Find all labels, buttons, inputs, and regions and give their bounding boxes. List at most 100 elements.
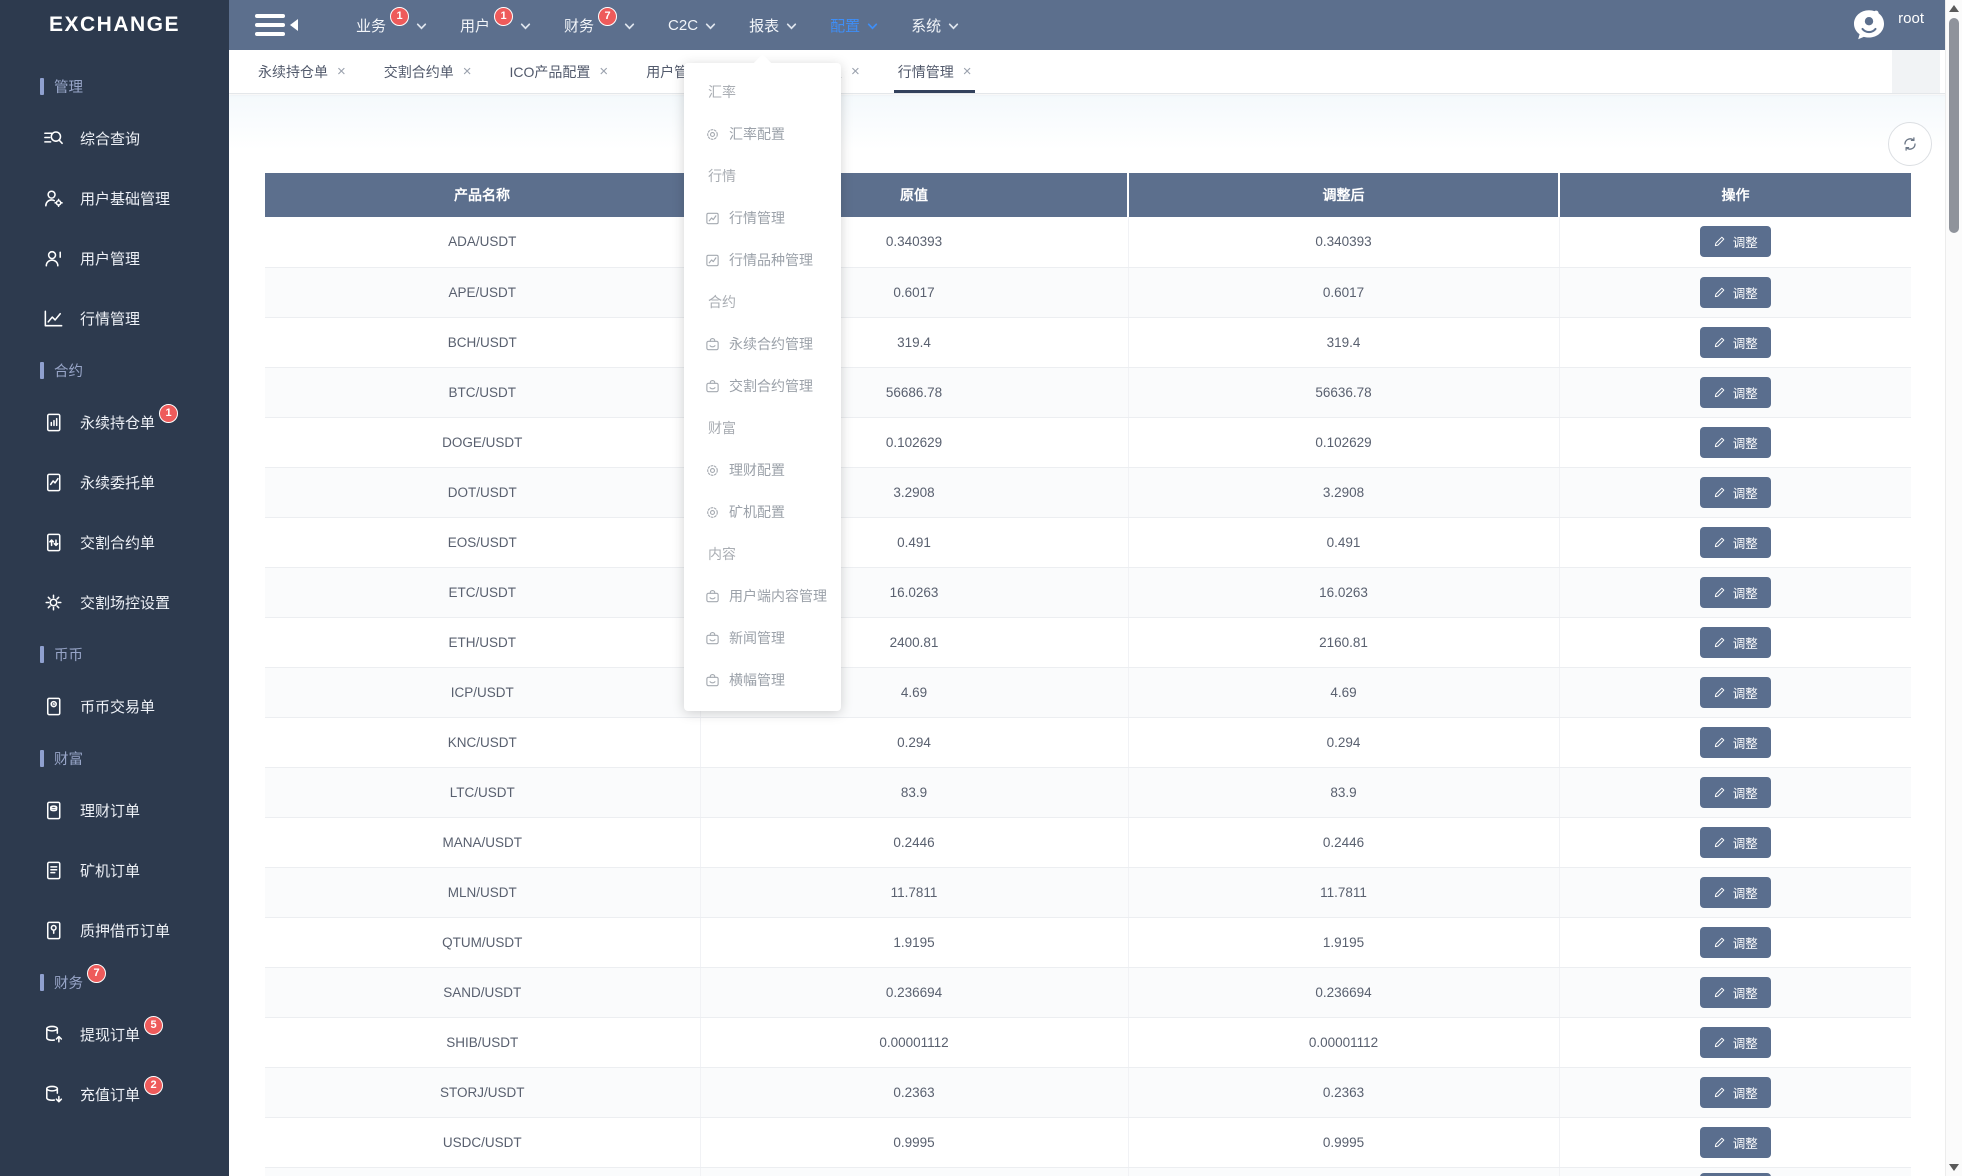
sidebar-item[interactable]: 综合查询 <box>0 108 229 168</box>
adjust-button[interactable]: 调整 <box>1700 226 1771 257</box>
tab[interactable]: 永续持仓单 × <box>239 50 365 93</box>
topnav-item[interactable]: 财务7 <box>548 0 652 50</box>
pencil-icon <box>1713 836 1726 849</box>
doc-trend-icon <box>42 471 65 494</box>
tab[interactable]: 交割合约单× <box>365 50 491 93</box>
scroll-down-arrow-icon[interactable] <box>1949 1164 1959 1171</box>
sidebar-item[interactable]: 交割合约单 <box>0 512 229 572</box>
sidebar-item[interactable]: 交割场控设置 <box>0 572 229 632</box>
adjust-button[interactable]: 调整 <box>1700 827 1771 858</box>
tab-close-icon[interactable]: × <box>337 64 346 79</box>
page-scrollbar[interactable] <box>1945 0 1962 1176</box>
menu-item[interactable]: 理财配置 <box>684 449 841 491</box>
menu-item[interactable]: 用户端内容管理 <box>684 575 841 617</box>
adjust-button-label: 调整 <box>1733 433 1758 452</box>
menu-item[interactable]: 行情管理 <box>684 197 841 239</box>
table-row: ETC/USDT16.026316.0263调整 <box>265 567 1911 617</box>
sidebar-item-label: 行情管理 <box>80 308 140 329</box>
original-value-cell: 0.9995 <box>700 1117 1128 1167</box>
empty-cell <box>700 1167 1128 1176</box>
menu-item-label: 交割合约管理 <box>729 376 813 396</box>
avatar-icon <box>1850 6 1888 44</box>
pencil-icon <box>1713 286 1726 299</box>
adjust-button[interactable]: 调整 <box>1700 727 1771 758</box>
topnav-item-label: C2C <box>668 17 698 34</box>
adjust-button[interactable]: 调整 <box>1700 1027 1771 1058</box>
sidebar-item[interactable]: 矿机订单 <box>0 840 229 900</box>
menu-item[interactable]: 行情品种管理 <box>684 239 841 281</box>
sidebar-item-label: 用户管理 <box>80 248 140 269</box>
sidebar-item[interactable]: 永续委托单 <box>0 452 229 512</box>
sidebar-item[interactable]: 充值订单2 <box>0 1064 229 1124</box>
tab-label: 永续持仓单 <box>258 62 328 82</box>
pencil-icon <box>1713 336 1726 349</box>
table-row: LTC/USDT83.983.9调整 <box>265 767 1911 817</box>
adjust-button[interactable]: 调整 <box>1700 477 1771 508</box>
adjust-button[interactable]: 调整 <box>1700 427 1771 458</box>
action-cell: 调整 <box>1559 417 1911 467</box>
product-cell: APE/USDT <box>265 267 700 317</box>
sidebar-item[interactable]: 永续持仓单1 <box>0 392 229 452</box>
menu-item[interactable]: 横幅管理 <box>684 659 841 701</box>
menu-item[interactable]: 新闻管理 <box>684 617 841 659</box>
tab-close-icon[interactable]: × <box>463 64 472 79</box>
menu-item[interactable]: 交割合约管理 <box>684 365 841 407</box>
topnav-item[interactable]: C2C <box>652 0 733 50</box>
adjust-button[interactable]: 调整 <box>1700 627 1771 658</box>
sidebar-item[interactable]: 质押借币订单 <box>0 900 229 960</box>
adjust-button[interactable]: 调整 <box>1700 777 1771 808</box>
action-cell: 调整 <box>1559 267 1911 317</box>
menu-group-label: 行情 <box>684 155 841 197</box>
sidebar-item[interactable]: 行情管理 <box>0 288 229 348</box>
user-menu[interactable]: root <box>1850 6 1924 44</box>
sidebar-item[interactable]: 理财订单 <box>0 780 229 840</box>
sidebar-item[interactable]: 币币交易单 <box>0 676 229 736</box>
product-cell: ICP/USDT <box>265 667 700 717</box>
action-cell: 调整 <box>1559 917 1911 967</box>
adjust-button[interactable]: 调整 <box>1700 527 1771 558</box>
scroll-up-arrow-icon[interactable] <box>1949 5 1959 12</box>
table-row: BTC/USDT56686.7856636.78调整 <box>265 367 1911 417</box>
topnav-item[interactable]: 用户1 <box>444 0 548 50</box>
pencil-icon <box>1713 736 1726 749</box>
tab-close-icon[interactable]: × <box>599 64 608 79</box>
tab[interactable]: 行情管理× <box>879 50 991 93</box>
tab-close-icon[interactable]: × <box>963 64 972 79</box>
topnav-item-label: 配置 <box>830 15 860 36</box>
adjust-button[interactable]: 调整 <box>1700 1127 1771 1158</box>
adjust-button[interactable]: 调整 <box>1700 1173 1771 1176</box>
topnav-item[interactable]: 配置 <box>814 0 895 50</box>
topnav-item[interactable]: 报表 <box>733 0 814 50</box>
topnav-item[interactable]: 业务1 <box>340 0 444 50</box>
tab[interactable]: ICO产品配置× <box>491 50 628 93</box>
adjust-button[interactable]: 调整 <box>1700 377 1771 408</box>
menu-item[interactable]: 矿机配置 <box>684 491 841 533</box>
sidebar-item[interactable]: 提现订单5 <box>0 1004 229 1064</box>
action-cell: 调整 <box>1559 367 1911 417</box>
menu-item[interactable]: 永续合约管理 <box>684 323 841 365</box>
topnav-item-label: 报表 <box>749 15 779 36</box>
topnav-item[interactable]: 系统 <box>895 0 976 50</box>
adjust-button[interactable]: 调整 <box>1700 577 1771 608</box>
adjusted-value-cell: 0.340393 <box>1128 217 1559 267</box>
refresh-button[interactable] <box>1888 122 1932 166</box>
pencil-icon <box>1713 1136 1726 1149</box>
scrollbar-thumb[interactable] <box>1949 18 1959 233</box>
adjust-button[interactable]: 调整 <box>1700 327 1771 358</box>
adjust-button[interactable]: 调整 <box>1700 877 1771 908</box>
adjust-button[interactable]: 调整 <box>1700 1077 1771 1108</box>
adjust-button[interactable]: 调整 <box>1700 677 1771 708</box>
tab-close-icon[interactable]: × <box>851 64 860 79</box>
pencil-icon <box>1713 235 1726 248</box>
sidebar-item[interactable]: 用户基础管理 <box>0 168 229 228</box>
tab-overflow-button[interactable] <box>1892 50 1940 93</box>
adjust-button[interactable]: 调整 <box>1700 927 1771 958</box>
sidebar-item[interactable]: 用户管理 <box>0 228 229 288</box>
collapse-menu-button[interactable] <box>255 14 298 36</box>
config-dropdown-body: 汇率汇率配置行情行情管理行情品种管理合约永续合约管理交割合约管理财富理财配置矿机… <box>684 71 841 701</box>
action-cell: 调整 <box>1559 1117 1911 1167</box>
menu-item[interactable]: 汇率配置 <box>684 113 841 155</box>
adjust-button[interactable]: 调整 <box>1700 277 1771 308</box>
adjust-button[interactable]: 调整 <box>1700 977 1771 1008</box>
adjusted-value-cell: 56636.78 <box>1128 367 1559 417</box>
